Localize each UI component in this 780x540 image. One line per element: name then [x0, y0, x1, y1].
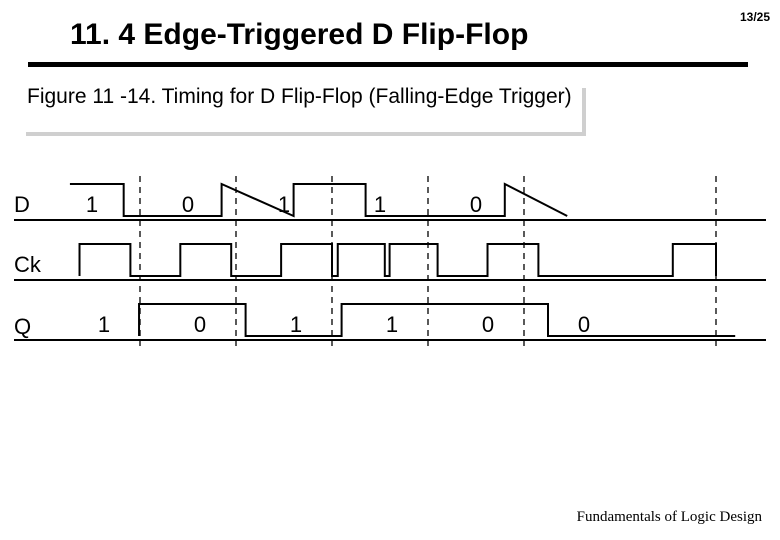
svg-text:1: 1: [98, 312, 110, 337]
svg-text:0: 0: [194, 312, 206, 337]
svg-text:1: 1: [374, 192, 386, 217]
footer-text: Fundamentals of Logic Design: [577, 509, 762, 526]
timing-diagram: 1 0 1 1 0 1 0 1 1 0 0 D Ck Q: [14, 170, 766, 390]
figure-caption: Figure 11 -14. Timing for D Flip-Flop (F…: [22, 84, 582, 132]
svg-text:0: 0: [182, 192, 194, 217]
svg-text:0: 0: [578, 312, 590, 337]
figure-caption-box: Figure 11 -14. Timing for D Flip-Flop (F…: [22, 84, 582, 132]
page-title: 11. 4 Edge-Triggered D Flip-Flop: [70, 18, 528, 52]
signal-label-ck: Ck: [14, 252, 41, 278]
svg-text:1: 1: [278, 192, 290, 217]
signal-label-d: D: [14, 192, 30, 218]
signal-label-q: Q: [14, 314, 31, 340]
svg-text:0: 0: [470, 192, 482, 217]
title-rule: [28, 62, 748, 67]
svg-text:1: 1: [86, 192, 98, 217]
timing-svg: 1 0 1 1 0 1 0 1 1 0 0: [14, 170, 766, 390]
svg-text:1: 1: [386, 312, 398, 337]
svg-text:1: 1: [290, 312, 302, 337]
page-number: 13/25: [740, 10, 770, 24]
svg-text:0: 0: [482, 312, 494, 337]
